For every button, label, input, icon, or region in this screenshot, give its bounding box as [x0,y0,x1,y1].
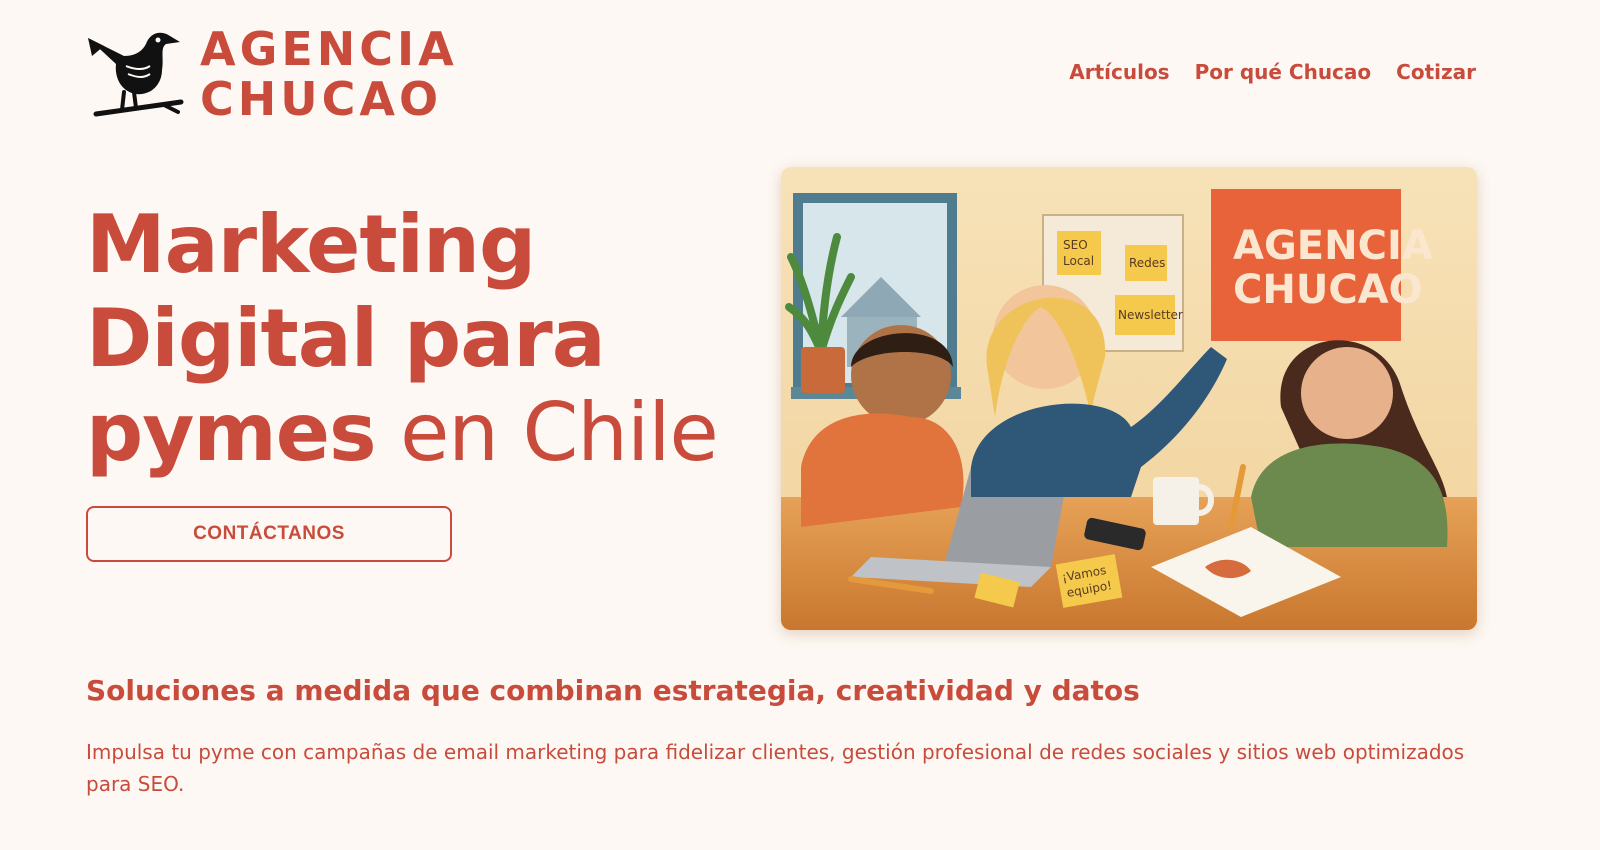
headline-light: en Chile [375,386,719,479]
bird-logo-icon [88,32,184,117]
headline-line2: Digital para [86,292,606,385]
headline-line3: pymes en Chile [86,386,766,480]
headline-line1: Marketing [86,198,536,291]
sign-line1: AGENCIA [1233,223,1433,269]
nav-link-cotizar[interactable]: Cotizar [1396,60,1476,84]
headline-bold: pymes [86,386,377,479]
brand-line1: AGENCIA [200,22,458,76]
brand-name: AGENCIA CHUCAO [200,24,458,124]
brand-logo[interactable]: AGENCIA CHUCAO [86,24,458,124]
sign-line2: CHUCAO [1233,267,1423,313]
hero-illustration: SEO Local Redes Newsletter AGENCIA CHUCA… [781,167,1477,630]
hero-headline: Marketing Digital para pymes en Chile [86,198,766,480]
main-nav: Artículos Por qué Chucao Cotizar [1069,60,1476,84]
page: AGENCIA CHUCAO Artículos Por qué Chucao … [0,0,1600,850]
note-seo-2: Local [1063,254,1094,268]
nav-link-articulos[interactable]: Artículos [1069,60,1169,84]
note-newsletter: Newsletter [1118,308,1183,322]
nav-link-por-que-chucao[interactable]: Por qué Chucao [1195,60,1372,84]
brand-line2: CHUCAO [200,72,443,126]
section-description: Impulsa tu pyme con campañas de email ma… [86,740,1465,796]
contact-button[interactable]: CONTÁCTANOS [86,506,452,562]
note-seo-1: SEO [1063,238,1088,252]
note-redes: Redes [1129,256,1165,270]
section-subtitle: Soluciones a medida que combinan estrate… [86,674,1140,707]
